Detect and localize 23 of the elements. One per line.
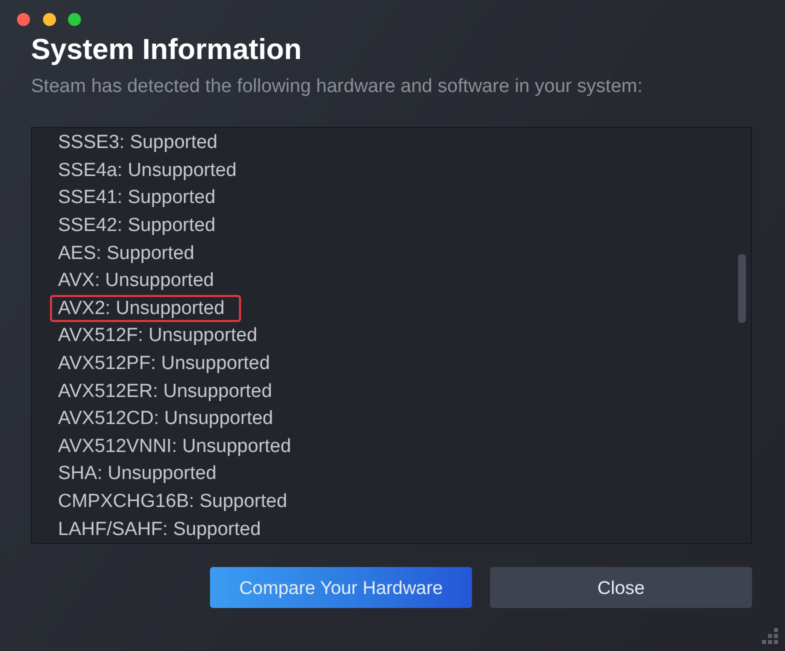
info-list-item: AVX512F: Unsupported <box>57 324 258 348</box>
info-list-item: AVX512VNNI: Unsupported <box>57 434 292 459</box>
info-list-item: SHA: Unsupported <box>57 462 218 486</box>
info-list-item: AVX2: Unsupported <box>50 294 241 322</box>
window-close-button[interactable] <box>17 13 30 26</box>
info-list-item: AVX512PF: Unsupported <box>57 352 271 376</box>
info-list-item: SSE4a: Unsupported <box>57 158 238 183</box>
window-minimize-button[interactable] <box>42 13 56 26</box>
window-title: System Information <box>31 34 302 66</box>
info-list-item: SSSE3: Supported <box>57 131 218 156</box>
info-list-item: AES: Supported <box>57 242 196 266</box>
info-list-item: AVX512ER: Unsupported <box>57 380 274 404</box>
info-list-item: LAHF/SAHF: Supported <box>57 518 262 542</box>
info-list-item: SSE42: Supported <box>57 214 216 238</box>
close-button[interactable]: Close <box>490 567 752 608</box>
info-list-item: SSE41: Supported <box>57 186 216 210</box>
resize-grip-icon[interactable] <box>761 627 778 644</box>
info-list-item: AVX: Unsupported <box>57 269 215 294</box>
window-subtitle: Steam has detected the following hardware and software in your system: <box>31 76 642 98</box>
info-list-item: CMPXCHG16B: Supported <box>57 490 288 514</box>
window-zoom-button[interactable] <box>68 13 81 26</box>
info-list-item: AVX512CD: Unsupported <box>57 407 274 432</box>
scrollbar-thumb[interactable] <box>738 254 746 323</box>
